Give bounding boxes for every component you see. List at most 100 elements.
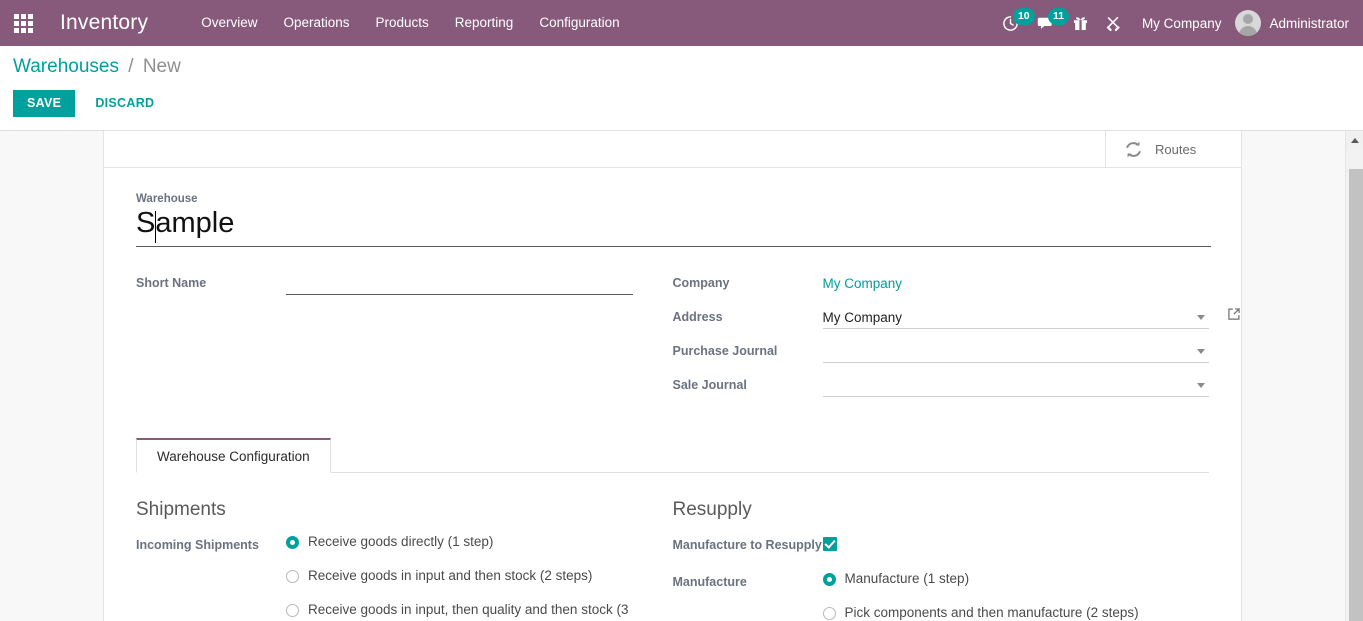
form-view-content: Routes Warehouse Short Name bbox=[0, 131, 1363, 621]
messages-menu-button[interactable]: 11 bbox=[1028, 0, 1064, 46]
shipments-section: Shipments Incoming Shipments Receive goo… bbox=[136, 499, 673, 621]
incoming-option-1-step[interactable]: Receive goods directly (1 step) bbox=[286, 533, 633, 551]
incoming-option-2-steps-label: Receive goods in input and then stock (2… bbox=[308, 567, 592, 585]
field-row-purchase-journal: Purchase Journal bbox=[673, 340, 1210, 366]
manufacture-to-resupply-checkbox[interactable] bbox=[823, 537, 837, 551]
breadcrumb-warehouses-link[interactable]: Warehouses bbox=[13, 56, 119, 77]
menu-item-overview[interactable]: Overview bbox=[188, 0, 270, 46]
main-menu: Overview Operations Products Reporting C… bbox=[188, 0, 632, 46]
discard-button[interactable]: DISCARD bbox=[81, 90, 168, 117]
refresh-routes-icon bbox=[1124, 140, 1143, 159]
resupply-section: Resupply Manufacture to Resupply Manufac… bbox=[673, 499, 1210, 621]
main-field-group: Short Name Company My Company A bbox=[136, 272, 1209, 408]
radio-button-icon[interactable] bbox=[286, 570, 299, 583]
incoming-option-2-steps[interactable]: Receive goods in input and then stock (2… bbox=[286, 567, 633, 585]
manufacture-to-resupply-label: Manufacture to Resupply bbox=[673, 533, 823, 553]
menu-item-products[interactable]: Products bbox=[363, 0, 442, 46]
company-value: My Company bbox=[823, 272, 1210, 293]
right-field-column: Company My Company Address bbox=[673, 272, 1210, 408]
radio-button-icon[interactable] bbox=[286, 536, 299, 549]
sheet-body: Warehouse Short Name bbox=[104, 168, 1241, 621]
radio-button-icon[interactable] bbox=[823, 607, 836, 620]
incoming-option-1-step-label: Receive goods directly (1 step) bbox=[308, 533, 493, 551]
menu-item-reporting[interactable]: Reporting bbox=[442, 0, 527, 46]
user-avatar-icon bbox=[1235, 10, 1261, 36]
manufacture-option-1-step[interactable]: Manufacture (1 step) bbox=[823, 570, 1210, 588]
record-action-buttons: SAVE DISCARD bbox=[0, 80, 1363, 117]
short-name-label: Short Name bbox=[136, 272, 286, 291]
developer-tools-button[interactable] bbox=[1097, 0, 1132, 46]
manufacture-label: Manufacture bbox=[673, 570, 823, 590]
user-menu[interactable]: Administrator bbox=[1231, 10, 1355, 36]
stat-button-routes-label: Routes bbox=[1155, 142, 1196, 157]
manufacture-to-resupply-row: Manufacture to Resupply bbox=[673, 533, 1210, 556]
stat-button-box: Routes bbox=[104, 131, 1241, 168]
chevron-up-icon bbox=[1351, 138, 1359, 143]
systray: 10 11 My Company Administrator bbox=[993, 0, 1355, 46]
scrollbar-thumb[interactable] bbox=[1349, 169, 1363, 621]
control-panel: Warehouses / New SAVE DISCARD bbox=[0, 46, 1363, 131]
radio-button-icon[interactable] bbox=[286, 604, 299, 617]
breadcrumb-separator: / bbox=[128, 56, 133, 77]
form-sheet: Routes Warehouse Short Name bbox=[103, 131, 1242, 621]
field-row-sale-journal: Sale Journal bbox=[673, 374, 1210, 400]
stat-button-routes[interactable]: Routes bbox=[1105, 131, 1241, 167]
purchase-journal-input[interactable] bbox=[823, 342, 1210, 363]
purchase-journal-value bbox=[823, 340, 1210, 363]
tab-pane-warehouse-configuration: Shipments Incoming Shipments Receive goo… bbox=[136, 473, 1209, 621]
notebook-tab-bar: Warehouse Configuration bbox=[136, 438, 1209, 473]
user-name-label: Administrator bbox=[1269, 16, 1349, 31]
company-link[interactable]: My Company bbox=[823, 274, 903, 291]
external-link-icon bbox=[1227, 307, 1241, 321]
incoming-option-3-steps[interactable]: Receive goods in input, then quality and… bbox=[286, 601, 633, 621]
gift-menu-button[interactable] bbox=[1064, 0, 1097, 46]
address-input[interactable] bbox=[823, 308, 1210, 329]
shipments-title: Shipments bbox=[136, 499, 633, 521]
sale-journal-label: Sale Journal bbox=[673, 374, 823, 393]
manufacture-options: Manufacture (1 step) Pick components and… bbox=[823, 570, 1210, 621]
warehouse-title-group: Warehouse bbox=[136, 193, 1209, 247]
manufacture-option-1-step-label: Manufacture (1 step) bbox=[845, 570, 970, 588]
manufacture-option-2-steps-label: Pick components and then manufacture (2 … bbox=[845, 604, 1139, 621]
sale-journal-input[interactable] bbox=[823, 376, 1210, 397]
left-field-column: Short Name bbox=[136, 272, 673, 408]
apps-grid-icon bbox=[14, 14, 33, 33]
top-navbar: Inventory Overview Operations Products R… bbox=[0, 0, 1363, 46]
manufacture-to-resupply-value bbox=[823, 533, 1210, 556]
manufacture-row: Manufacture Manufacture (1 step) Pick co… bbox=[673, 570, 1210, 621]
warehouse-name-input[interactable] bbox=[136, 207, 1211, 247]
save-button[interactable]: SAVE bbox=[13, 90, 75, 117]
menu-item-operations[interactable]: Operations bbox=[270, 0, 362, 46]
short-name-value bbox=[286, 272, 633, 295]
field-row-company: Company My Company bbox=[673, 272, 1210, 298]
warehouse-name-label: Warehouse bbox=[136, 193, 1209, 205]
activities-menu-button[interactable]: 10 bbox=[993, 0, 1028, 46]
address-external-link-button[interactable] bbox=[1227, 307, 1241, 326]
company-switcher[interactable]: My Company bbox=[1132, 16, 1232, 31]
address-label: Address bbox=[673, 306, 823, 325]
short-name-input[interactable] bbox=[286, 274, 633, 295]
radio-button-icon[interactable] bbox=[823, 573, 836, 586]
company-label: Company bbox=[673, 272, 823, 291]
tab-warehouse-configuration[interactable]: Warehouse Configuration bbox=[136, 438, 331, 473]
menu-item-configuration[interactable]: Configuration bbox=[526, 0, 632, 46]
notebook: Warehouse Configuration Shipments Incomi… bbox=[136, 438, 1209, 621]
app-brand-inventory[interactable]: Inventory bbox=[60, 11, 148, 35]
warehouse-name-holder bbox=[136, 207, 1209, 247]
gift-icon bbox=[1073, 15, 1088, 31]
scrollbar-up-button[interactable] bbox=[1346, 131, 1363, 149]
address-value bbox=[823, 306, 1210, 329]
incoming-shipments-options: Receive goods directly (1 step) Receive … bbox=[286, 533, 633, 621]
text-cursor bbox=[155, 211, 156, 243]
field-row-address: Address bbox=[673, 306, 1210, 332]
incoming-shipments-label: Incoming Shipments bbox=[136, 533, 286, 553]
wrench-tools-icon bbox=[1106, 15, 1123, 32]
manufacture-option-2-steps[interactable]: Pick components and then manufacture (2 … bbox=[823, 604, 1210, 621]
resupply-title: Resupply bbox=[673, 499, 1210, 521]
incoming-option-3-steps-label: Receive goods in input, then quality and… bbox=[308, 601, 633, 621]
field-row-short-name: Short Name bbox=[136, 272, 633, 298]
breadcrumb: Warehouses / New bbox=[0, 54, 1363, 80]
vertical-scrollbar[interactable] bbox=[1345, 131, 1363, 621]
purchase-journal-label: Purchase Journal bbox=[673, 340, 823, 359]
apps-menu-button[interactable] bbox=[0, 0, 46, 46]
